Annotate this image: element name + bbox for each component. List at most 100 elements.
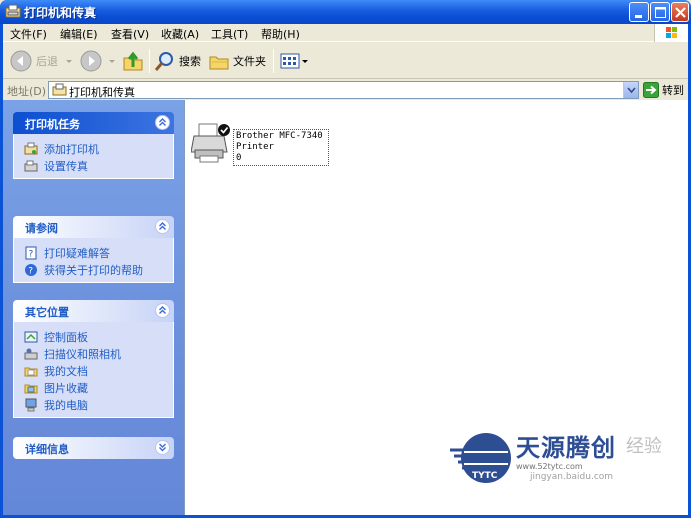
- printer-tasks-body: 添加打印机 设置传真: [13, 134, 174, 179]
- see-also-body: ? 打印疑难解答 ? 获得关于打印的帮助: [13, 238, 174, 283]
- collapse-printer-tasks-button[interactable]: [155, 115, 170, 130]
- expand-details-button[interactable]: [155, 440, 170, 455]
- place-my-documents-label: 我的文档: [44, 364, 88, 378]
- menu-view[interactable]: 查看(V): [111, 26, 149, 42]
- my-documents-folder-icon: [24, 367, 38, 376]
- place-my-documents[interactable]: 我的文档: [24, 362, 173, 379]
- place-control-panel[interactable]: 控制面板: [24, 328, 173, 345]
- forward-dropdown-icon[interactable]: [107, 56, 117, 66]
- fax-icon: [24, 160, 38, 171]
- svg-text:TYTC: TYTC: [472, 471, 498, 481]
- printer-name-line2: Printer: [236, 142, 274, 152]
- other-places-body: 控制面板 扫描仪和照相机 我的文档 图片收藏 我的电脑: [13, 322, 174, 418]
- watermark-site: jingyan.baidu.com: [530, 472, 614, 482]
- tytc-logo-icon: TYTC: [450, 433, 511, 483]
- window-title: 打印机和传真: [24, 6, 97, 20]
- other-places-title: 其它位置: [25, 306, 69, 319]
- forward-arrow-icon: [80, 50, 102, 72]
- close-icon: [675, 7, 686, 18]
- scanner-camera-icon: [24, 348, 38, 359]
- folders-icon: [209, 56, 229, 70]
- title-bar[interactable]: 打印机和传真: [0, 0, 691, 24]
- task-add-printer-label: 添加打印机: [44, 142, 99, 156]
- task-pane: 打印机任务 添加打印机 设置传真 请参阅 ? 打印疑难解答 ? 获得关于打印的帮…: [3, 100, 184, 515]
- printer-tasks-header[interactable]: 打印机任务: [13, 112, 174, 134]
- control-panel-icon: [24, 331, 38, 342]
- other-places-group: 其它位置 控制面板 扫描仪和照相机 我的文档 图片收藏 我的电脑: [13, 300, 174, 418]
- standard-toolbar: 后退 搜索 文件夹: [3, 43, 688, 79]
- task-printing-help[interactable]: ? 获得关于打印的帮助: [24, 261, 173, 278]
- svg-text:?: ?: [28, 266, 33, 276]
- maximize-button[interactable]: [650, 2, 670, 22]
- back-button[interactable]: 后退: [9, 48, 74, 74]
- menu-file[interactable]: 文件(F): [10, 26, 47, 42]
- search-icon: [154, 52, 173, 71]
- details-group: 详细信息: [13, 437, 174, 459]
- back-dropdown-icon[interactable]: [64, 56, 74, 66]
- back-arrow-icon: [10, 50, 32, 72]
- task-printing-troubleshooter[interactable]: ? 打印疑难解答: [24, 244, 173, 261]
- menu-bar: 文件(F) 编辑(E) 查看(V) 收藏(A) 工具(T) 帮助(H): [3, 24, 688, 42]
- forward-button[interactable]: [79, 48, 117, 74]
- add-printer-icon: [24, 142, 38, 154]
- see-also-header[interactable]: 请参阅: [13, 216, 174, 238]
- other-places-header[interactable]: 其它位置: [13, 300, 174, 322]
- search-button[interactable]: 搜索: [154, 48, 201, 74]
- menu-edit[interactable]: 编辑(E): [60, 26, 98, 42]
- details-title: 详细信息: [25, 443, 69, 456]
- place-scanners-cameras-label: 扫描仪和照相机: [44, 347, 121, 361]
- views-button[interactable]: [279, 48, 309, 74]
- address-label: 地址(D): [7, 85, 47, 98]
- my-pictures-folder-icon: [24, 384, 38, 393]
- place-my-pictures-label: 图片收藏: [44, 381, 88, 395]
- close-button[interactable]: [671, 2, 689, 22]
- see-also-group: 请参阅 ? 打印疑难解答 ? 获得关于打印的帮助: [13, 216, 174, 283]
- collapse-other-places-button[interactable]: [155, 303, 170, 318]
- chevron-down-icon: [627, 87, 636, 94]
- printer-name-line1: Brother MFC-7340: [236, 131, 323, 141]
- views-grid-icon: [280, 53, 300, 69]
- folders-button[interactable]: 文件夹: [208, 48, 266, 74]
- printer-status: 0: [236, 153, 242, 163]
- task-setup-fax-label: 设置传真: [44, 159, 88, 173]
- help-book-icon: ?: [25, 246, 37, 259]
- collapse-see-also-button[interactable]: [155, 219, 170, 234]
- svg-text:?: ?: [29, 249, 34, 259]
- printer-folder-small-icon: [52, 83, 67, 96]
- see-also-title: 请参阅: [25, 222, 58, 235]
- go-label: 转到: [662, 84, 684, 97]
- search-label: 搜索: [179, 55, 201, 68]
- my-computer-icon: [25, 398, 37, 411]
- printer-item[interactable]: Brother MFC-7340 Printer 0: [191, 122, 331, 166]
- go-arrow-icon: [643, 82, 659, 98]
- chevron-up-double-icon: [159, 118, 166, 126]
- address-bar: 地址(D) 打印机和传真 转到: [3, 80, 688, 100]
- minimize-button[interactable]: [629, 2, 649, 22]
- place-my-pictures[interactable]: 图片收藏: [24, 379, 173, 396]
- address-value: 打印机和传真: [69, 86, 135, 99]
- menu-help[interactable]: 帮助(H): [261, 26, 300, 42]
- address-dropdown-button[interactable]: [623, 82, 638, 98]
- task-setup-fax[interactable]: 设置传真: [24, 157, 173, 174]
- up-folder-button[interactable]: [121, 48, 145, 74]
- place-my-computer[interactable]: 我的电脑: [24, 396, 173, 413]
- views-dropdown-icon: [302, 60, 308, 63]
- maximize-icon: [655, 7, 666, 18]
- menu-favorites[interactable]: 收藏(A): [161, 26, 199, 42]
- go-button[interactable]: 转到: [643, 81, 687, 99]
- printer-tasks-group: 打印机任务 添加打印机 设置传真: [13, 112, 174, 179]
- printer-name-label: Brother MFC-7340 Printer 0: [233, 129, 329, 166]
- printer-folder-icon: [5, 4, 21, 18]
- task-printing-help-label: 获得关于打印的帮助: [44, 263, 143, 277]
- address-input[interactable]: 打印机和传真: [48, 81, 639, 99]
- chevron-up-double-icon: [159, 306, 166, 314]
- watermark-url: www.52tytc.com: [516, 462, 583, 471]
- details-header[interactable]: 详细信息: [13, 437, 174, 459]
- place-scanners-cameras[interactable]: 扫描仪和照相机: [24, 345, 173, 362]
- watermark-brand: 天源腾创: [516, 433, 616, 462]
- folders-label: 文件夹: [233, 55, 266, 68]
- task-add-printer[interactable]: 添加打印机: [24, 140, 173, 157]
- printer-tasks-title: 打印机任务: [25, 118, 80, 131]
- chevron-down-double-icon: [159, 443, 166, 452]
- menu-tools[interactable]: 工具(T): [211, 26, 248, 42]
